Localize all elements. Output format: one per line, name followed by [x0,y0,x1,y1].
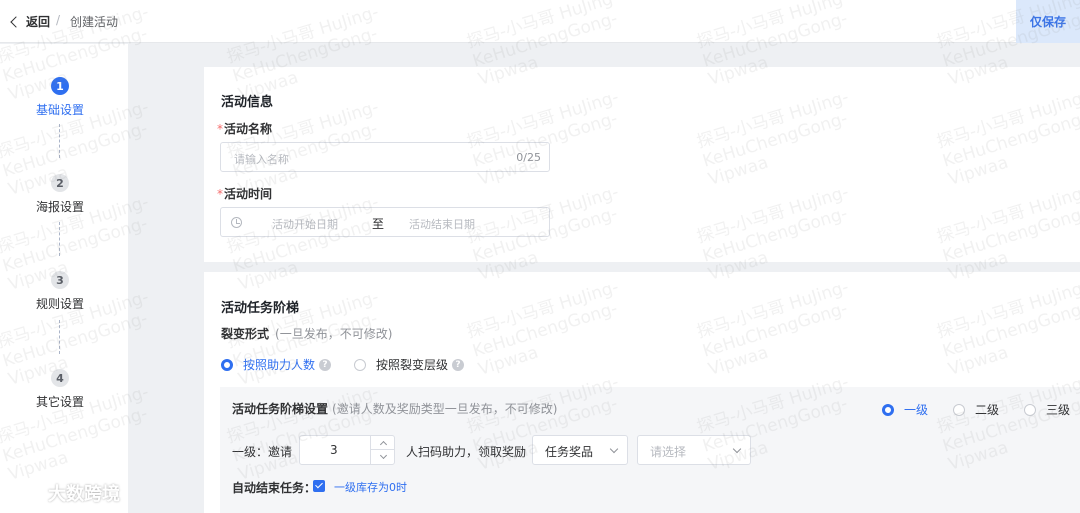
radio-label: 一级 [904,403,929,417]
activity-name-label: *活动名称 [217,120,272,137]
radio-dot [221,358,233,371]
reward-item-placeholder: 请选择 [650,445,687,459]
activity-time-label-text: 活动时间 [224,187,273,201]
date-range-picker[interactable]: 活动开始日期 至 活动结束日期 [220,207,550,237]
reward-type-value: 任务奖品 [545,445,594,459]
scan-help-text: 人扫码助力，领取奖励 [406,445,527,459]
activity-time-label: *活动时间 [217,185,272,202]
task-ladder-card: 活动任务阶梯 裂变形式 (一旦发布，不可修改) 按照助力人数 ? 按照裂变层级 ?… [204,272,1080,513]
save-only-button[interactable]: 仅保存 [1030,13,1066,30]
logo-mark-icon [10,482,44,504]
level-1-label: 一级：邀请 [232,445,293,459]
radio-label: 三级 [1046,403,1071,417]
radio-label: 二级 [975,403,1000,417]
ladder-settings-title-text: 活动任务阶梯设置 [232,402,329,416]
back-label: 返回 [26,15,51,29]
activity-name-placeholder: 请输入名称 [234,153,289,166]
activity-info-card: 活动信息 *活动名称 请输入名称 0/25 *活动时间 活动开始日期 至 活动结… [204,67,1080,262]
step-label: 规则设置 [35,297,84,311]
top-header: 返回 / 创建活动 仅保存 [0,0,1080,43]
fission-mode-note: (一旦发布，不可修改) [275,327,393,341]
increment-button[interactable] [371,436,395,450]
breadcrumb-separator: / [56,13,61,27]
radio-dot [882,403,894,416]
char-counter: 0/25 [516,151,541,164]
invite-count-value[interactable]: 3 [330,443,338,457]
fission-mode-label-text: 裂变形式 [221,327,270,341]
step-number: 3 [51,271,69,289]
step-label: 其它设置 [35,395,84,409]
step-connector [59,222,60,256]
chevron-left-icon [10,15,22,28]
auto-end-label: 自动结束任务： [232,481,317,495]
chevron-up-icon [379,440,387,448]
activity-name-label-text: 活动名称 [224,122,273,136]
step-poster-settings[interactable]: 2 海报设置 [0,174,120,215]
radio-by-levels[interactable]: 按照裂变层级 ? [354,356,465,373]
brand-logo: 大数跨境 [10,480,120,506]
step-other-settings[interactable]: 4 其它设置 [0,369,120,410]
start-date-placeholder[interactable]: 活动开始日期 [272,216,338,232]
help-icon[interactable]: ? [452,358,465,371]
fission-mode-label: 裂变形式 (一旦发布，不可修改) [221,325,392,342]
required-mark: * [217,122,223,136]
help-icon[interactable]: ? [319,358,332,371]
chevron-down-icon [609,444,619,454]
decrement-button[interactable] [371,450,395,464]
step-rule-settings[interactable]: 3 规则设置 [0,271,120,312]
stepper-arrows [370,436,395,464]
section-title: 活动信息 [221,95,274,110]
step-label: 基础设置 [35,103,84,117]
logo-text: 大数跨境 [48,484,120,505]
step-number: 4 [51,369,69,387]
chevron-down-icon [732,444,742,454]
step-label: 海报设置 [35,200,84,214]
radio-level-1[interactable]: 一级 [882,401,928,418]
radio-label: 按照助力人数 [243,358,316,372]
section-title: 活动任务阶梯 [221,301,300,316]
end-date-placeholder[interactable]: 活动结束日期 [409,216,475,232]
reward-type-select[interactable]: 任务奖品 [532,435,628,465]
required-mark: * [217,187,223,201]
ladder-settings-title: 活动任务阶梯设置 (邀请人数及奖励类型一旦发布，不可修改) [232,400,557,417]
page-title: 创建活动 [70,15,119,29]
auto-end-checkbox[interactable] [313,480,325,492]
reward-item-select[interactable]: 请选择 [637,435,751,465]
ladder-settings-note: (邀请人数及奖励类型一旦发布，不可修改) [332,402,558,416]
chevron-down-icon [379,451,387,460]
step-connector [59,320,60,354]
step-connector [59,124,60,158]
radio-dot [354,358,366,371]
radio-level-2[interactable]: 二级 [953,401,999,418]
radio-level-3[interactable]: 三级 [1024,401,1070,418]
radio-dot [1024,403,1036,416]
range-separator: 至 [372,217,385,231]
clock-icon [231,217,242,228]
save-area: 仅保存 [1016,0,1080,43]
activity-name-input[interactable]: 请输入名称 0/25 [220,142,550,172]
back-button[interactable]: 返回 [10,13,50,30]
auto-end-option-label[interactable]: 一级库存为0时 [334,479,407,495]
radio-label: 按照裂变层级 [376,358,449,372]
ladder-settings-panel: 活动任务阶梯设置 (邀请人数及奖励类型一旦发布，不可修改) 一级 二级 三级 一级… [220,387,1080,513]
step-sidebar: 1 基础设置 2 海报设置 3 规则设置 4 其它设置 [0,44,128,513]
step-number: 2 [51,174,69,192]
radio-by-helpers[interactable]: 按照助力人数 ? [221,356,332,373]
invite-count-stepper[interactable]: 3 [299,435,395,465]
step-number: 1 [51,77,69,95]
radio-dot [953,403,965,416]
step-basic-settings[interactable]: 1 基础设置 [0,77,120,118]
